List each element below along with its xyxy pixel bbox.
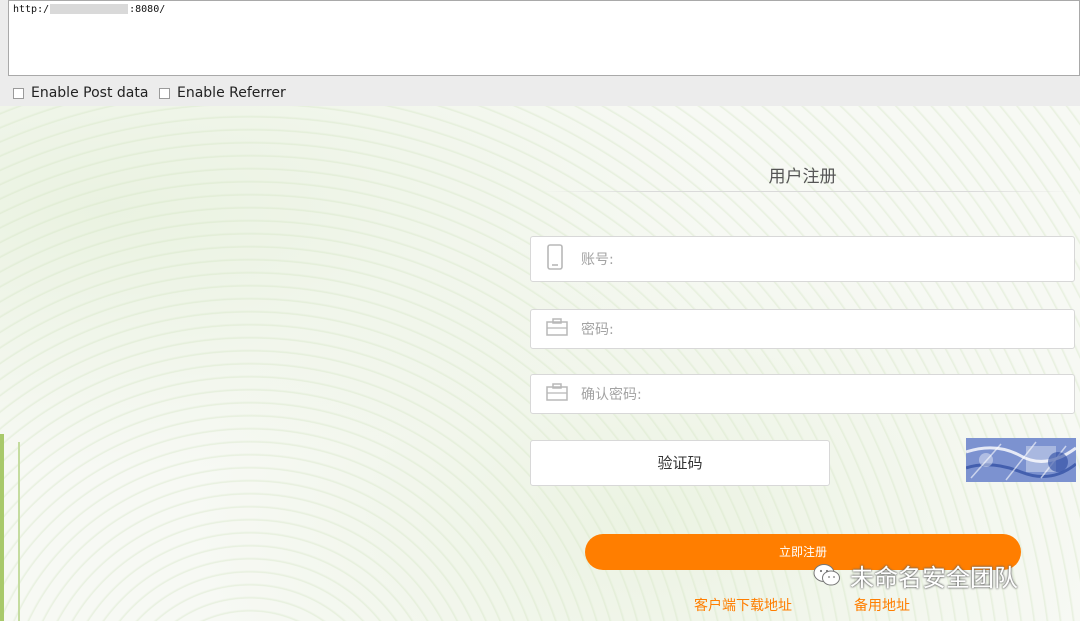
page-title: 用户注册 bbox=[768, 167, 837, 187]
briefcase-icon bbox=[546, 383, 568, 405]
backup-address-link[interactable]: 备用地址 bbox=[854, 595, 910, 615]
watermark-text: 未命名安全团队 bbox=[850, 563, 1018, 592]
client-download-link[interactable]: 客户端下载地址 bbox=[694, 595, 792, 615]
account-placeholder: 账号: bbox=[581, 252, 614, 268]
wechat-icon bbox=[812, 562, 842, 588]
password-field[interactable]: 密码: bbox=[530, 309, 1075, 349]
enable-referrer-option[interactable]: Enable Referrer bbox=[159, 85, 286, 101]
decorative-strip bbox=[0, 434, 4, 621]
title-divider bbox=[540, 191, 1075, 192]
url-input[interactable]: http:/ :8080/ bbox=[8, 0, 1080, 76]
registration-page: 用户注册 账号: 密码: 确认密码: 验证码 立即注册 未命名安全团队 客户端下… bbox=[0, 106, 1080, 621]
account-field[interactable]: 账号: bbox=[530, 236, 1075, 282]
enable-referrer-checkbox[interactable] bbox=[159, 87, 170, 99]
phone-icon bbox=[546, 244, 564, 274]
confirm-password-placeholder: 确认密码: bbox=[581, 387, 642, 403]
watermark: 未命名安全团队 bbox=[812, 558, 1018, 592]
redacted-host bbox=[50, 4, 129, 14]
password-placeholder: 密码: bbox=[581, 322, 614, 338]
enable-referrer-label: Enable Referrer bbox=[177, 85, 286, 101]
decorative-strip bbox=[18, 442, 20, 621]
captcha-image[interactable] bbox=[966, 438, 1076, 482]
enable-post-data-checkbox[interactable] bbox=[13, 87, 24, 99]
enable-post-data-label: Enable Post data bbox=[31, 85, 149, 101]
url-prefix: http:/ bbox=[13, 4, 50, 15]
captcha-input[interactable]: 验证码 bbox=[530, 440, 830, 486]
briefcase-icon bbox=[546, 318, 568, 340]
enable-post-data-option[interactable]: Enable Post data bbox=[13, 85, 148, 101]
url-suffix: :8080/ bbox=[129, 4, 166, 15]
browser-toolbar: http:/ :8080/ Enable Post data Enable Ref… bbox=[0, 0, 1080, 107]
confirm-password-field[interactable]: 确认密码: bbox=[530, 374, 1075, 414]
